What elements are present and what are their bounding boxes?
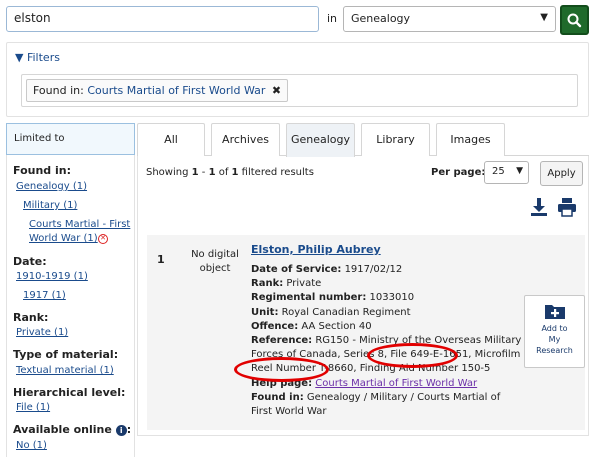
search-scope-select[interactable]: Genealogy ▼ [343, 6, 556, 32]
field-date: Date of Service: 1917/02/12 [251, 263, 523, 277]
add-line2: My [548, 335, 561, 344]
limited-to-heading: Limited to [6, 123, 135, 155]
print-icon[interactable] [557, 196, 577, 218]
facet-available-online: Available online i: [13, 423, 132, 436]
tab-archives[interactable]: Archives [211, 123, 280, 156]
results-panel: Showing 1 - 1 of 1 filtered results Per … [137, 156, 589, 436]
facet-hierarchical: Hierarchical level: [13, 386, 126, 399]
field-value: Royal Canadian Regiment [281, 306, 411, 318]
facet-genealogy-link[interactable]: Genealogy (1) [16, 181, 87, 192]
search-icon [567, 13, 582, 28]
field-value: 1033010 [369, 292, 415, 304]
search-input[interactable]: elston [6, 6, 319, 32]
facet-available-online-label: Available online [13, 423, 112, 436]
add-line3: Research [536, 346, 573, 355]
facet-military-link[interactable]: Military (1) [23, 200, 77, 211]
field-label: Reference: [251, 335, 313, 347]
remove-facet-icon[interactable]: ✕ [98, 234, 108, 244]
tab-library[interactable]: Library [361, 123, 430, 156]
per-page-label: Per page: [431, 167, 486, 178]
field-label: Regimental number: [251, 292, 367, 304]
field-unit: Unit: Royal Canadian Regiment [251, 306, 523, 320]
record-title-link[interactable]: Elston, Philip Aubrey [251, 243, 381, 256]
field-found-in: Found in: Genealogy / Military / Courts … [251, 391, 523, 419]
facet-decade-link[interactable]: 1910-1919 (1) [16, 271, 88, 282]
tab-genealogy[interactable]: Genealogy [286, 123, 355, 157]
add-to-research-button[interactable]: Add to My Research [524, 295, 585, 368]
field-label: Found in: [251, 391, 304, 403]
field-regnum: Regimental number: 1033010 [251, 291, 523, 305]
chevron-down-icon: ▼ [540, 12, 548, 23]
field-label: Rank: [251, 278, 284, 290]
tab-images[interactable]: Images [436, 123, 505, 156]
download-icon[interactable] [529, 196, 549, 218]
field-rank: Rank: Private [251, 277, 523, 291]
facet-year-link[interactable]: 1917 (1) [23, 290, 66, 301]
highlight-reel-number [234, 357, 329, 382]
facet-online-link[interactable]: No (1) [16, 440, 47, 451]
result-record: 1 No digital object Elston, Philip Aubre… [147, 235, 585, 430]
facet-type-link[interactable]: Textual material (1) [16, 365, 114, 376]
facet-rank: Rank: [13, 311, 49, 324]
facet-courts-martial-link[interactable]: Courts Martial - First [29, 219, 130, 230]
field-value: AA Section 40 [301, 320, 372, 332]
search-scope-value: Genealogy [351, 12, 411, 25]
facet-courts-martial-link-cont[interactable]: World War (1) [29, 233, 98, 244]
facet-hier-link[interactable]: File (1) [16, 402, 50, 413]
showing-suffix: filtered results [238, 167, 314, 178]
remove-filter-icon[interactable]: ✖ [272, 84, 281, 97]
no-digital-object: No digital object [191, 249, 239, 274]
help-page-link[interactable]: Courts Martial of First World War [315, 378, 477, 389]
facet-type-material: Type of material: [13, 348, 119, 361]
field-value: 1917/02/12 [344, 264, 403, 275]
record-number: 1 [157, 253, 165, 266]
field-value: Private [286, 278, 322, 290]
add-line1: Add to [541, 324, 568, 333]
folder-plus-icon [544, 305, 565, 319]
showing-mid: - [198, 167, 209, 178]
in-label: in [327, 12, 338, 25]
field-label: Offence: [251, 320, 299, 332]
info-icon[interactable]: i [115, 424, 127, 436]
showing-prefix: Showing [146, 167, 192, 178]
filter-chip-label: Found in: [33, 84, 84, 97]
search-button[interactable] [560, 5, 589, 35]
highlight-file-number [367, 343, 458, 368]
caret-down-icon: ▼ [15, 51, 24, 64]
apply-button[interactable]: Apply [540, 161, 583, 186]
record-fields: Date of Service: 1917/02/12 Rank: Privat… [251, 263, 523, 419]
field-offence: Offence: AA Section 40 [251, 320, 523, 334]
active-filters: Found in: Courts Martial of First World … [21, 74, 578, 107]
showing-of: of [215, 167, 232, 178]
filter-chip: Found in: Courts Martial of First World … [26, 79, 289, 102]
per-page-select[interactable]: 25 ▼ [484, 161, 529, 184]
filters-heading: Filters [26, 51, 60, 64]
results-count: Showing 1 - 1 of 1 filtered results [146, 167, 314, 178]
per-page-value: 25 [492, 166, 505, 177]
showing-to: 1 [208, 167, 216, 178]
showing-total: 1 [231, 167, 239, 178]
field-label: Unit: [251, 306, 279, 318]
filters-toggle[interactable]: ▼ Filters [15, 51, 60, 64]
chevron-down-icon: ▼ [516, 166, 523, 176]
tab-all[interactable]: All [137, 123, 205, 156]
facet-date: Date: [13, 255, 47, 268]
facet-found-in: Found in: [13, 164, 71, 177]
field-label: Date of Service: [251, 264, 342, 275]
showing-from: 1 [191, 167, 199, 178]
facet-rank-link[interactable]: Private (1) [16, 327, 68, 338]
filters-panel: ▼ Filters Found in: Courts Martial of Fi… [6, 42, 589, 117]
facet-sidebar: Found in: Genealogy (1) Military (1) Cou… [6, 155, 135, 457]
filter-chip-value: Courts Martial of First World War [87, 84, 266, 97]
